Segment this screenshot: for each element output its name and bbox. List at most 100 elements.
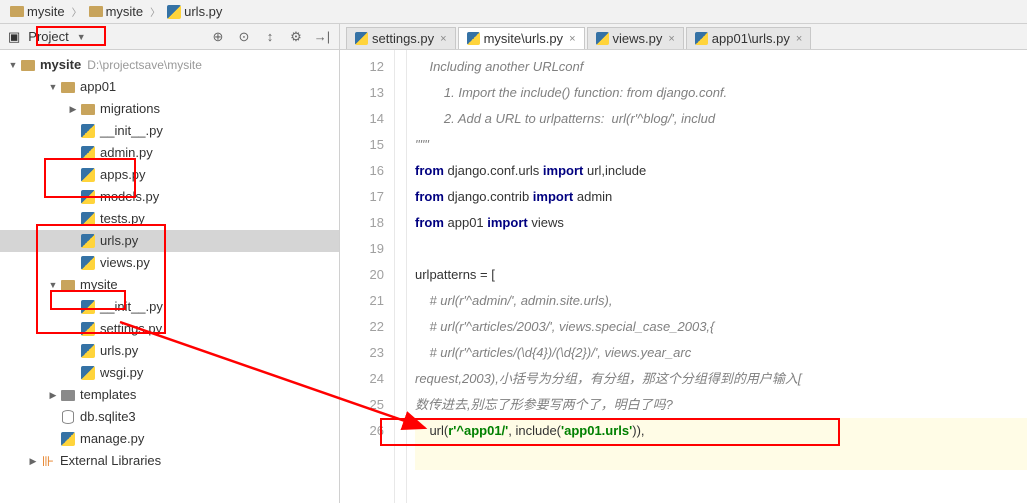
breadcrumb: mysite 〉 mysite 〉 urls.py (0, 0, 1027, 24)
tree-item[interactable]: __init__.py (0, 296, 339, 318)
close-icon[interactable]: × (569, 33, 575, 45)
crumb-0[interactable]: mysite (6, 3, 69, 20)
line-number: 16 (340, 158, 384, 184)
chevron-down-icon[interactable]: ▼ (46, 76, 60, 98)
project-pane-header: ▣ Project ▼ ⊕ ⊙ ↕ ⚙ →| (0, 24, 339, 50)
tree-item-label: __init__.py (100, 296, 163, 318)
code-line[interactable]: from django.conf.urls import url,include (415, 158, 1027, 184)
tab-label: mysite\urls.py (484, 31, 563, 46)
code-line[interactable]: from app01 import views (415, 210, 1027, 236)
tree-item[interactable]: ▶templates (0, 384, 339, 406)
tree-item[interactable]: urls.py (0, 230, 339, 252)
chevron-right-icon[interactable]: ▶ (26, 450, 40, 472)
editor-tab[interactable]: views.py× (587, 27, 684, 49)
project-pane-title: Project (28, 29, 68, 44)
editor-tab[interactable]: settings.py× (346, 27, 456, 49)
code-line[interactable]: # url(r'^articles/(\d{4})/(\d{2})/', vie… (415, 340, 1027, 366)
hide-icon[interactable]: →| (313, 28, 331, 46)
tree-item[interactable]: models.py (0, 186, 339, 208)
tree-item-label: External Libraries (60, 450, 161, 472)
tree-item-label: db.sqlite3 (80, 406, 136, 428)
collapse-icon[interactable]: ⊕ (209, 28, 227, 46)
code-line[interactable]: 数传进去,别忘了形参要写两个了，明白了吗? (415, 392, 1027, 418)
code-line[interactable]: 1. Import the include() function: from d… (415, 80, 1027, 106)
code-line[interactable]: Including another URLconf (415, 54, 1027, 80)
code-line[interactable]: """ (415, 132, 1027, 158)
tree-item-label: models.py (100, 186, 159, 208)
tree-item[interactable]: settings.py (0, 318, 339, 340)
tree-item[interactable]: ▼mysite (0, 274, 339, 296)
line-number: 17 (340, 184, 384, 210)
python-file-icon (80, 124, 96, 138)
tree-item[interactable]: __init__.py (0, 120, 339, 142)
crumb-1[interactable]: mysite (85, 3, 148, 20)
code-content[interactable]: Including another URLconf 1. Import the … (407, 50, 1027, 503)
editor-tab[interactable]: mysite\urls.py × (458, 27, 585, 49)
close-icon[interactable]: × (440, 33, 446, 45)
code-area[interactable]: 121314151617181920212223242526 Including… (340, 50, 1027, 503)
code-line[interactable] (415, 444, 1027, 470)
line-number: 20 (340, 262, 384, 288)
line-gutter: 121314151617181920212223242526 (340, 50, 395, 503)
tree-item-label: settings.py (100, 318, 162, 340)
code-line[interactable]: # url(r'^articles/2003/', views.special_… (415, 314, 1027, 340)
line-number: 12 (340, 54, 384, 80)
chevron-down-icon[interactable]: ▼ (6, 54, 20, 76)
python-file-icon (80, 300, 96, 314)
code-line[interactable]: url(r'^app01/', include('app01.urls')), (415, 418, 1027, 444)
code-line[interactable]: 2. Add a URL to urlpatterns: url(r'^blog… (415, 106, 1027, 132)
code-line[interactable] (415, 470, 1027, 496)
tree-item[interactable]: tests.py (0, 208, 339, 230)
code-line[interactable]: urlpatterns = [ (415, 262, 1027, 288)
gear-icon[interactable]: ⚙ (287, 28, 305, 46)
tree-item[interactable]: wsgi.py (0, 362, 339, 384)
tree-item-label: tests.py (100, 208, 145, 230)
code-line[interactable]: from django.contrib import admin (415, 184, 1027, 210)
python-file-icon (80, 256, 96, 270)
code-line[interactable] (415, 236, 1027, 262)
line-number: 14 (340, 106, 384, 132)
tree-item[interactable]: ▶ External Libraries (0, 450, 339, 472)
project-tool-icon[interactable]: ▣ (8, 29, 20, 45)
folder-icon (60, 388, 76, 402)
project-tree[interactable]: ▼ mysite D:\projectsave\mysite ▼ app01▶mi… (0, 50, 339, 503)
tree-item[interactable]: apps.py (0, 164, 339, 186)
tree-item[interactable]: ▶migrations (0, 98, 339, 120)
chevron-right-icon[interactable]: ▶ (66, 98, 80, 120)
autoscroll-icon[interactable]: ↕ (261, 28, 279, 46)
close-icon[interactable]: × (668, 33, 674, 45)
lightbulb-icon[interactable] (407, 418, 409, 432)
close-icon[interactable]: × (796, 33, 802, 45)
chevron-right-icon: 〉 (72, 4, 82, 19)
database-icon (60, 410, 76, 424)
chevron-down-icon[interactable]: ▼ (77, 32, 86, 42)
editor-tab[interactable]: app01\urls.py× (686, 27, 812, 49)
python-file-icon (80, 212, 96, 226)
folder-icon (60, 80, 76, 94)
tree-item[interactable]: urls.py (0, 340, 339, 362)
chevron-right-icon: 〉 (150, 4, 160, 19)
crumb-2[interactable]: urls.py (163, 3, 226, 20)
line-number: 19 (340, 236, 384, 262)
tree-item[interactable]: ▼ app01 (0, 76, 339, 98)
tree-item-label: app01 (80, 76, 116, 98)
target-icon[interactable]: ⊙ (235, 28, 253, 46)
line-number: 15 (340, 132, 384, 158)
tree-root[interactable]: ▼ mysite D:\projectsave\mysite (0, 54, 339, 76)
python-file-icon (80, 146, 96, 160)
tree-item[interactable]: db.sqlite3 (0, 406, 339, 428)
code-line[interactable]: # url(r'^admin/', admin.site.urls), (415, 288, 1027, 314)
line-number: 26 (340, 418, 384, 444)
tree-item-label: apps.py (100, 164, 146, 186)
folder-icon (80, 102, 96, 116)
code-line[interactable]: request,2003),小括号为分组，有分组，那这个分组得到的用户输入[ (415, 366, 1027, 392)
chevron-right-icon[interactable]: ▶ (46, 384, 60, 406)
tree-item[interactable]: admin.py (0, 142, 339, 164)
editor-tabs: settings.py×mysite\urls.py×views.py×app0… (340, 24, 1027, 50)
editor-pane: settings.py×mysite\urls.py×views.py×app0… (340, 24, 1027, 503)
chevron-down-icon[interactable]: ▼ (46, 274, 60, 296)
fold-column[interactable] (395, 50, 407, 503)
tree-item[interactable]: manage.py (0, 428, 339, 450)
tree-item[interactable]: views.py (0, 252, 339, 274)
tree-item-label: views.py (100, 252, 150, 274)
